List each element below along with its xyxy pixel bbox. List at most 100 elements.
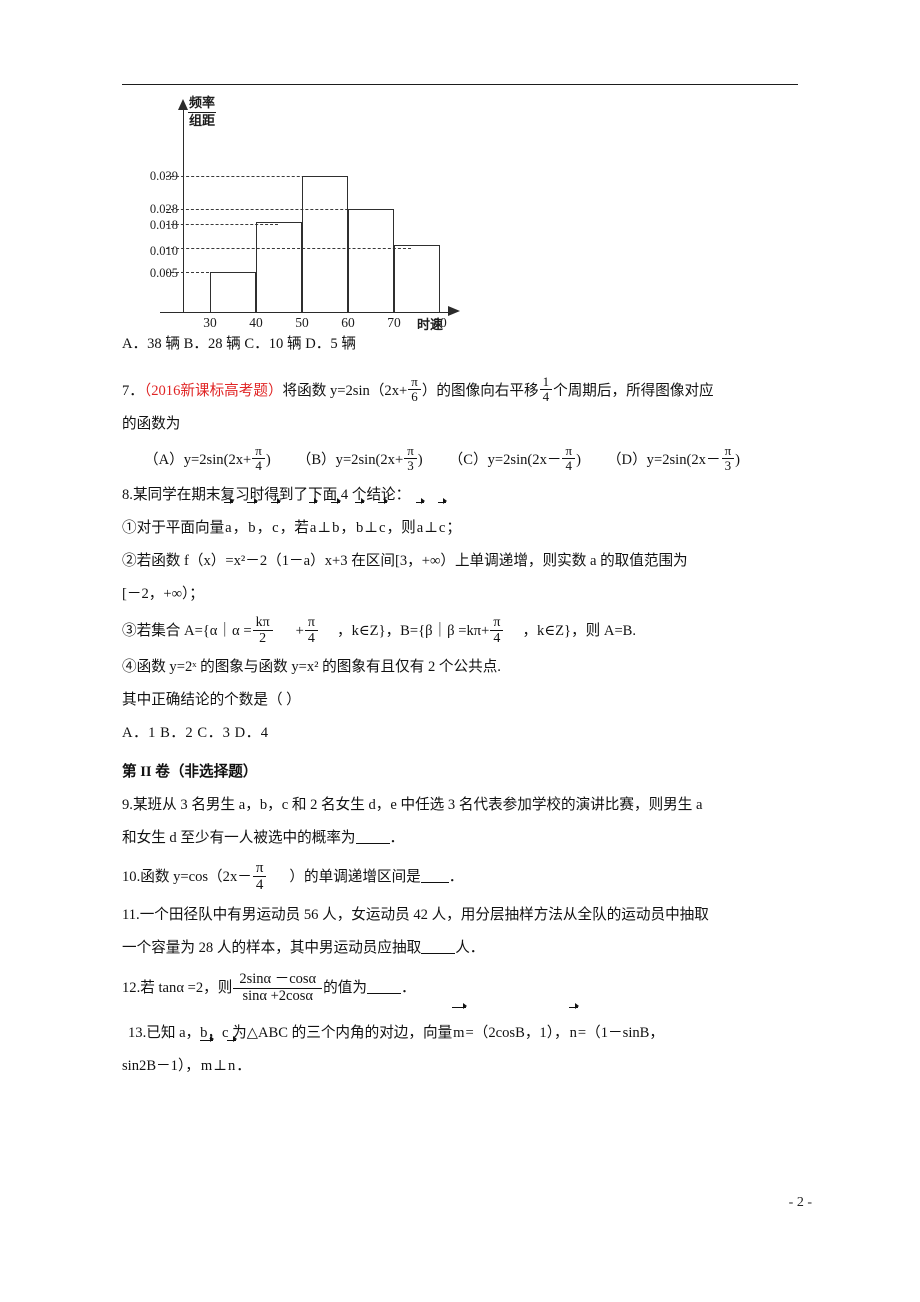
q8-sep-1: ， — [232, 520, 248, 537]
histogram-bar-40-50 — [256, 222, 302, 313]
q8-sep-6: ； — [446, 520, 462, 537]
q13-text-c: =（1－sinB， — [577, 1025, 664, 1042]
q10: 10.函数 y=cos（2x－ π 4 ）的单调递增区间是 ． — [122, 855, 812, 899]
vector-b-1: b — [247, 498, 258, 545]
histogram-bar-70-80 — [394, 245, 440, 313]
q6-options: A．38 辆 B．28 辆 C．10 辆 D．5 辆 — [122, 336, 356, 352]
q13-text-b: =（2cosB，1）， — [465, 1025, 569, 1042]
exam-body: A．38 辆 B．28 辆 C．10 辆 D．5 辆 7．（2016新课标高考题… — [122, 328, 812, 1083]
q13-line1: 13.已知 a，b，c 为△ABC 的三个内角的对边，向量m=（2cosB，1）… — [122, 1003, 812, 1050]
q13-line2-text-a: sin2B－1）， — [122, 1058, 200, 1075]
q7-options: （A）y=2sin(2x+ π 4) （B）y=2sin(2x+ π 3) （C）y=2… — [122, 441, 812, 479]
q7-option-d-expr-a: y=2sin(2x－ — [646, 452, 721, 469]
y-tick-0018: 0.018 — [149, 218, 178, 232]
q7-option-a-frac: π4 — [252, 443, 265, 473]
vector-c-1: c — [271, 498, 282, 545]
y-tick-0010: 0.010 — [149, 244, 178, 258]
q8-sep-3: ，若 — [279, 520, 309, 537]
y-axis — [183, 108, 184, 313]
q7-option-c-expr-a: y=2sin(2x－ — [487, 452, 562, 469]
q8-prompt: 其中正确结论的个数是（ ） — [122, 692, 301, 709]
q8-sep-4: ， — [340, 520, 355, 537]
q8-item-2-line1: ②若函数 f（x）=x²－2（1－a）x+3 在区间[3，+∞）上单调递增，则实… — [122, 553, 688, 570]
q8-stem: 8.某同学在期末复习时得到了下面 4 个结论： — [122, 487, 411, 504]
page-number: - 2 - — [788, 1195, 812, 1210]
vector-a-1: a — [224, 498, 235, 545]
q8-item-4: ④函数 y=2ˣ 的图象与函数 y=x² 的图象有且仅有 2 个公共点. — [122, 659, 501, 676]
q11-unit: 人． — [455, 940, 485, 957]
q9-line2: 和女生 d 至少有一人被选中的概率为 ． — [122, 822, 812, 855]
q7-option-c-expr-b: ) — [576, 452, 581, 469]
gridline-0005 — [166, 272, 214, 273]
vector-b-2: b — [331, 498, 342, 545]
vector-c-3: c — [437, 498, 448, 545]
q10-period: ． — [448, 869, 464, 886]
q7-stem-line1: 7．（2016新课标高考题）将函数 y=2sin（2x+ π 6 ）的图像向右平移 1 4… — [122, 374, 812, 408]
q9-line2-text: 和女生 d 至少有一人被选中的概率为 — [122, 830, 356, 847]
q11-line2-text: 一个容量为 28 人的样本，其中男运动员应抽取 — [122, 940, 422, 957]
q8-frac-pi-4-b: π4 — [490, 615, 504, 646]
q10-frac-pi-4: π4 — [252, 860, 267, 893]
document-page: 频率 组距 时速 0.039 0.028 0.018 0.010 0.005 3… — [0, 0, 920, 1302]
q7-option-d[interactable]: （D）y=2sin(2x－ π 3) — [607, 441, 740, 479]
q11-answer-blank[interactable] — [421, 940, 456, 955]
q7-option-b-expr-a: y=2sin(2x+ — [335, 452, 404, 469]
q12-fraction: 2sinα －cosα sinα +2cosα — [233, 971, 323, 1004]
q13-text-a: 13.已知 a，b，c 为△ABC 的三个内角的对边，向量 — [128, 1025, 453, 1042]
vector-n-2: n — [226, 1036, 238, 1083]
q12-answer-blank[interactable] — [366, 980, 401, 995]
q7-option-b[interactable]: （B）y=2sin(2x+ π 3) — [297, 441, 423, 479]
vector-c-2: c — [378, 498, 389, 545]
y-tick-0005: 0.005 — [149, 266, 178, 280]
vector-n-1: n — [568, 1003, 580, 1050]
q8-item3-text-d: ，k∈Z}，则 A=B. — [522, 623, 637, 640]
vector-b-3: b — [354, 498, 366, 545]
q13-period: ． — [236, 1058, 251, 1075]
q8-perp-2: ⊥ — [364, 520, 379, 537]
q8-item1-text-a: ①对于平面向量 — [122, 520, 225, 537]
q8-options[interactable]: A．1 B．2 C．3 D．4 — [122, 717, 812, 750]
q8-perp-1: ⊥ — [317, 520, 332, 537]
y-axis-label: 频率 组距 — [188, 96, 217, 129]
q8-item-3: ③若集合 A={α｜α = kπ 2 + π 4 ，k∈Z}，B={β｜β =kπ+ π 4 ，k… — [122, 611, 812, 651]
q7-stem-a: 将函数 y=2sin（2x+ — [282, 383, 408, 400]
q8-item3-text-a: ③若集合 A={α｜α = — [122, 623, 252, 640]
q12-text-b: 的值为 — [323, 980, 367, 997]
q10-text-a: 10.函数 y=cos（2x－ — [122, 869, 252, 886]
q8-item3-text-c: ，k∈Z}，B={β｜β =kπ+ — [336, 623, 490, 640]
q7-frac-pi-6: π6 — [408, 374, 421, 404]
q7-option-a-expr-b: ) — [265, 452, 271, 469]
q7-stem-line2: 的函数为 — [122, 416, 181, 433]
q12-text-a: 12.若 tanα =2，则 — [122, 980, 233, 997]
q12: 12.若 tanα =2，则 2sinα －cosα sinα +2cosα 的值为 ． — [122, 965, 812, 1011]
q8-item3-plus: + — [295, 623, 304, 640]
histogram-bar-30-40 — [210, 272, 256, 313]
histogram-bar-50-60 — [302, 176, 348, 313]
q7-option-b-expr-b: ) — [417, 452, 423, 469]
q11-line2: 一个容量为 28 人的样本，其中男运动员应抽取 人． — [122, 932, 812, 965]
vector-m-2: m — [199, 1036, 215, 1083]
q8-sep-2: ， — [256, 520, 272, 537]
frequency-histogram: 频率 组距 时速 0.039 0.028 0.018 0.010 0.005 3… — [120, 96, 520, 333]
q9-line1: 9.某班从 3 名男生 a，b，c 和 2 名女生 d，e 中任选 3 名代表参… — [122, 797, 703, 814]
header-divider — [122, 84, 798, 85]
q13-perp: ⊥ — [213, 1058, 227, 1075]
q7-option-c-label: （C） — [448, 452, 488, 469]
q7-option-a[interactable]: （A）y=2sin(2x+ π 4) — [144, 441, 271, 479]
q8-perp-3: ⊥ — [424, 520, 438, 537]
q7-source-tag: （2016新课标高考题） — [143, 383, 283, 400]
q8-sep-5: ，则 — [386, 520, 416, 537]
q7-option-c[interactable]: （C）y=2sin(2x－ π 4) — [449, 441, 581, 479]
q9-answer-blank[interactable] — [355, 830, 390, 845]
q7-number: 7． — [122, 383, 144, 400]
y-axis-label-numerator: 频率 — [188, 96, 217, 113]
q7-stem-c: 个周期后，所得图像对应 — [553, 383, 714, 400]
section-2-title: 第 II 卷（非选择题） — [122, 764, 258, 781]
histogram-bar-60-70 — [348, 209, 394, 313]
vector-a-2: a — [308, 498, 319, 545]
q7-option-d-label: （D） — [606, 452, 647, 469]
q13-line2: sin2B－1），m⊥n． — [122, 1036, 812, 1083]
q7-stem-b: ）的图像向右平移 — [421, 383, 539, 400]
q9-period: ． — [389, 830, 405, 847]
q10-answer-blank[interactable] — [420, 869, 449, 884]
